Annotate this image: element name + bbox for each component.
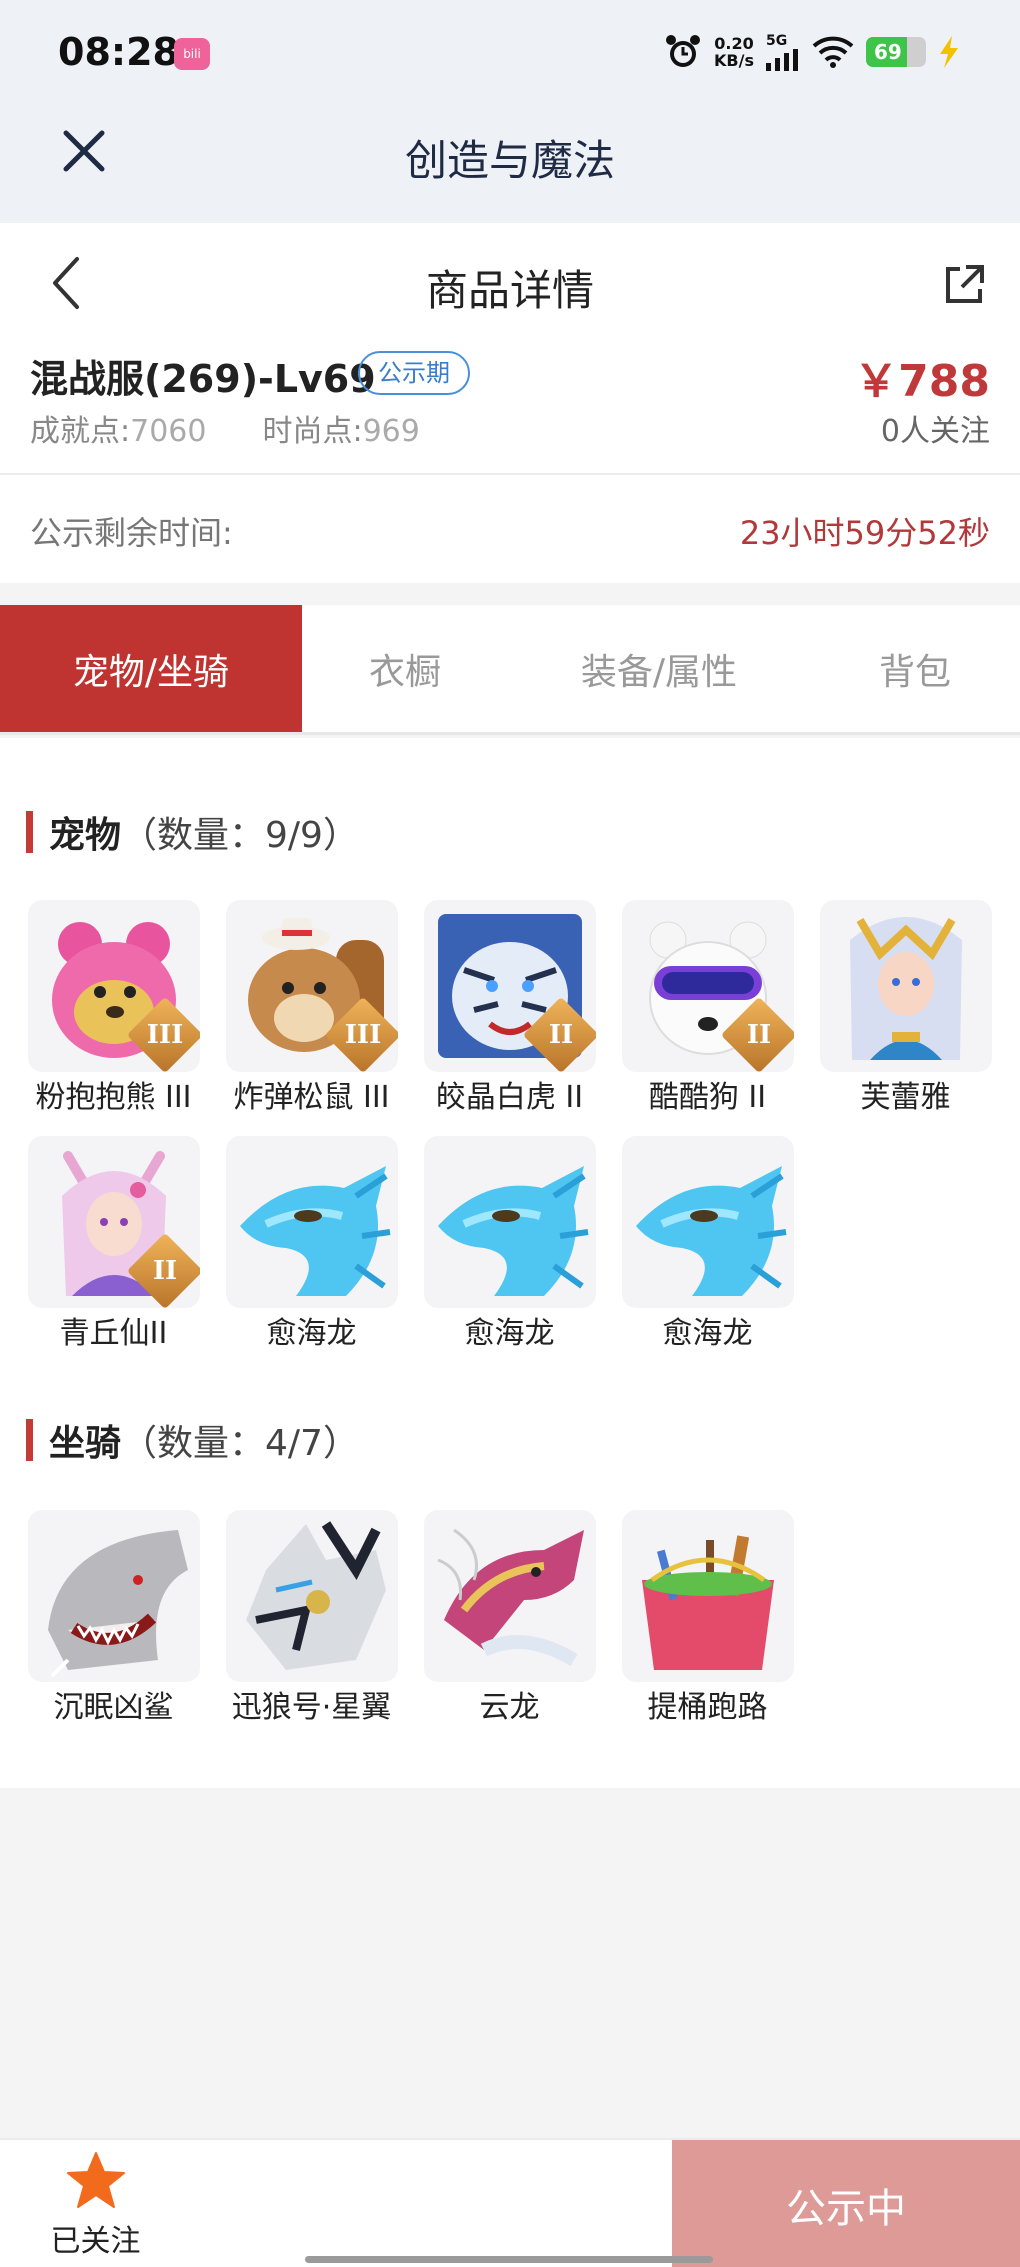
home-indicator[interactable] [305,2256,713,2263]
mount-name: 提桶跑路 [647,1690,768,1725]
signal-group: 5G [766,33,800,71]
section-accent-bar [26,1419,33,1461]
countdown-bar: 公示剩余时间: 23小时59分52秒 [0,475,1020,583]
white-tiger-image: II [423,900,596,1072]
pet-name: 愈海龙 [662,1316,753,1351]
cloud-dragon-image [423,1510,596,1682]
share-icon[interactable] [942,263,986,307]
page-title: 商品详情 [425,266,594,315]
rank-badge: II [522,996,596,1072]
bucket-image [621,1510,794,1682]
app-title: 创造与魔法 [404,136,615,185]
pet-item[interactable]: II 青丘仙II [26,1136,201,1354]
squirrel-image: III [225,900,398,1072]
mount-name: 云龙 [479,1690,540,1725]
sea-dragon-image [423,1136,596,1308]
fashion-label: 时尚点: [262,414,363,449]
mount-item[interactable]: 云龙 [422,1510,597,1728]
item-detail-card: 商品详情 混战服(269)-Lv69 公示期 ￥788 成就点:7060 时尚点:… [0,223,1020,475]
pet-item[interactable]: II 酷酷狗 II [620,900,795,1118]
mount-item[interactable]: 迅狼号·星翼 [224,1510,399,1728]
achievement-value: 7060 [130,414,207,449]
pet-name: 皎晶白虎 II [435,1080,584,1115]
star-icon [66,2152,125,2208]
status-badge: 公示期 [358,351,470,395]
mounts-section-header: 坐骑 （数量：4/7） [26,1418,359,1464]
app-bar: 创造与魔法 [0,105,1020,223]
follow-label: 已关注 [50,2224,141,2259]
sea-dragon-image [621,1136,794,1308]
pet-name: 愈海龙 [464,1316,555,1351]
pet-item[interactable]: 愈海龙 [422,1136,597,1354]
pet-name: 炸弹松鼠 III [233,1080,390,1115]
rank-badge: II [720,996,794,1072]
mech-wolf-image [225,1510,398,1682]
pets-section-header: 宠物 （数量：9/9） [26,810,359,856]
item-stats: 成就点:7060 时尚点:969 [30,406,420,450]
cool-dog-image: II [621,900,794,1072]
pet-name: 青丘仙II [59,1316,168,1351]
bilibili-app-icon: bili [174,38,210,70]
tab-backpack[interactable]: 背包 [810,605,1020,732]
achievement-label: 成就点: [30,414,131,449]
sea-dragon-image [225,1136,398,1308]
section-count: （数量：9/9） [121,815,359,856]
publicity-status-button[interactable]: 公示中 [672,2140,1020,2267]
freya-image [819,900,992,1072]
fox-fairy-image: II [27,1136,200,1308]
countdown-label: 公示剩余时间: [30,514,233,552]
section-title: 宠物 [49,815,122,856]
pet-item[interactable]: 愈海龙 [224,1136,399,1354]
tab-pets-mounts[interactable]: 宠物/坐骑 [0,605,302,732]
section-title: 坐骑 [49,1423,122,1464]
item-name: 混战服(269)-Lv69 [30,357,376,401]
mount-item[interactable]: 提桶跑路 [620,1510,795,1728]
net-speed: 0.20 KB/s [714,34,754,70]
pet-item[interactable]: III 炸弹松鼠 III [224,900,399,1118]
pets-mounts-panel: 宠物 （数量：9/9） III 粉抱抱熊 III III 炸弹松鼠 III II… [0,738,1020,1788]
mount-item[interactable]: 沉眠凶鲨 [26,1510,201,1728]
pet-name: 酷酷狗 II [648,1080,767,1115]
rank-badge: III [324,996,398,1072]
battery-level: 69 [874,40,902,64]
bottom-action-bar: 已关注 公示中 [0,2138,1020,2267]
pet-item[interactable]: II 皎晶白虎 II [422,900,597,1118]
pet-name: 芙蕾雅 [860,1080,951,1115]
battery-icon: 69 [866,37,926,67]
follow-button[interactable]: 已关注 [28,2150,163,2260]
pet-item[interactable]: III 粉抱抱熊 III [26,900,201,1118]
section-count: （数量：4/7） [121,1423,359,1464]
follower-count: 0人关注 [880,414,990,449]
network-type: 5G [766,33,788,49]
mount-name: 迅狼号·星翼 [231,1690,392,1725]
pet-item[interactable]: 愈海龙 [620,1136,795,1354]
section-accent-bar [26,811,33,853]
countdown-value: 23小时59分52秒 [739,514,990,552]
pet-name: 粉抱抱熊 III [35,1080,192,1115]
signal-icon [766,49,798,71]
mount-name: 沉眠凶鲨 [53,1690,174,1725]
rank-badge: III [126,996,200,1072]
alarm-icon [666,35,701,67]
item-price: ￥788 [854,356,990,407]
status-time: 08:28 [58,30,179,74]
status-bar: 08:28 bili 0.20 KB/s 5G 69 [0,0,1020,105]
tab-bar: 宠物/坐骑 衣橱 装备/属性 背包 [0,605,1020,735]
status-indicators: 0.20 KB/s 5G 69 [664,30,960,74]
pet-item[interactable]: 芙蕾雅 [818,900,993,1118]
rank-badge: II [126,1232,200,1308]
shark-image [27,1510,200,1682]
pet-name: 愈海龙 [266,1316,357,1351]
charging-icon [940,36,958,68]
tab-equipment-attributes[interactable]: 装备/属性 [508,605,810,732]
fashion-value: 969 [362,414,420,449]
pink-bear-image: III [27,900,200,1072]
wifi-icon [812,36,854,68]
tab-wardrobe[interactable]: 衣橱 [302,605,508,732]
